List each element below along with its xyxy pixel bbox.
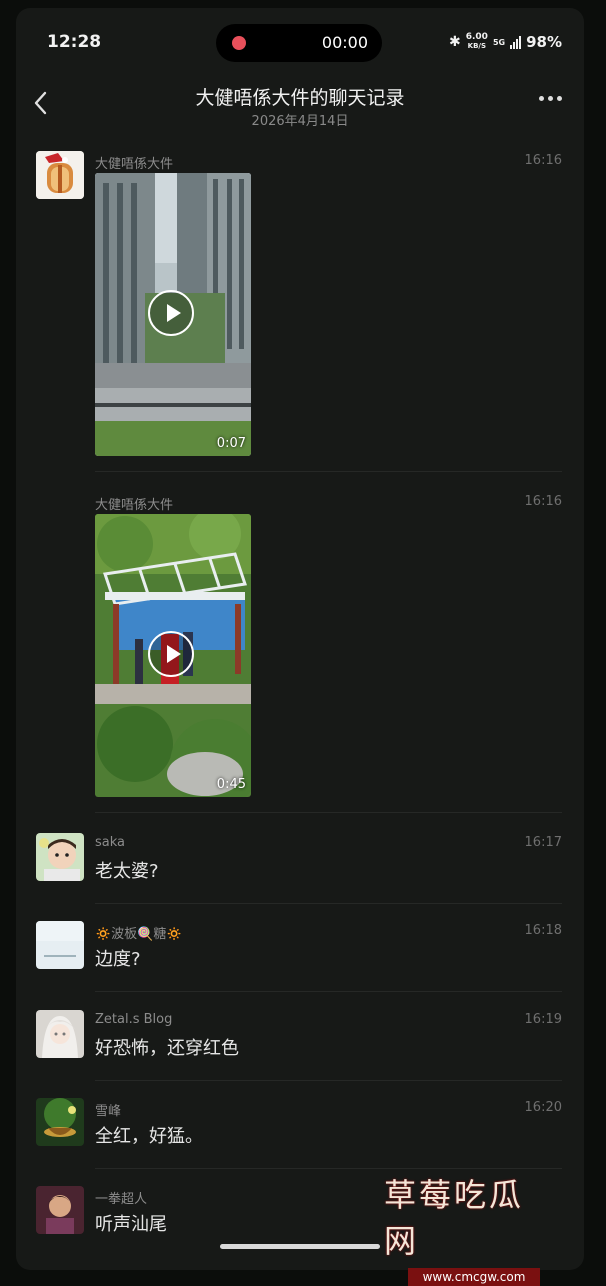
avatar[interactable]: [36, 833, 84, 881]
bluetooth-icon: ✱: [449, 34, 461, 50]
net-speed-value: 6.00: [465, 32, 488, 42]
video-thumbnail[interactable]: 0:07: [95, 173, 251, 456]
sender-name: saka: [95, 835, 126, 850]
message-time: 16:17: [524, 835, 562, 850]
phone-screen: 12:28 00:00 ✱ 6.00 KB/S 5G 98% 大健唔係大件的聊天记…: [16, 8, 584, 1270]
status-bar: 12:28 00:00 ✱ 6.00 KB/S 5G 98%: [16, 8, 584, 68]
more-options-icon[interactable]: [539, 96, 562, 101]
record-dot-icon: [232, 36, 246, 50]
status-icons: ✱ 6.00 KB/S 5G 98%: [449, 33, 562, 52]
message-time: 16:16: [524, 153, 562, 168]
sender-name: 大健唔係大件: [95, 157, 174, 172]
sender-name: 🔅波板🍭糖🔅: [95, 927, 183, 942]
play-icon[interactable]: [148, 290, 194, 336]
avatar[interactable]: [36, 921, 84, 969]
divider: [95, 903, 562, 904]
divider: [95, 991, 562, 992]
message-text: 老太婆?: [95, 861, 159, 882]
message-text: 边度?: [95, 949, 141, 970]
net-speed-unit: KB/S: [467, 42, 487, 50]
status-time: 12:28: [47, 32, 102, 52]
divider: [95, 812, 562, 813]
sender-name: Zetal.s Blog: [95, 1012, 173, 1027]
divider: [95, 1168, 562, 1169]
play-icon[interactable]: [148, 631, 194, 677]
video-thumbnail[interactable]: 0:45: [95, 514, 251, 797]
avatar[interactable]: [36, 1186, 84, 1234]
avatar[interactable]: [36, 151, 84, 199]
divider: [95, 1080, 562, 1081]
battery-level: 98%: [526, 33, 562, 51]
video-duration: 0:45: [216, 777, 246, 792]
message-time: 16:16: [524, 494, 562, 509]
message-time: 16:20: [524, 1100, 562, 1115]
avatar[interactable]: [36, 1010, 84, 1058]
message-text: 听声汕尾: [95, 1214, 167, 1235]
sender-name: 大健唔係大件: [95, 498, 174, 513]
message-time: 16:18: [524, 923, 562, 938]
message-text: 好恐怖，还穿红色: [95, 1038, 239, 1059]
recording-time: 00:00: [321, 33, 368, 52]
divider: [95, 471, 562, 472]
message-text: 全红，好猛。: [95, 1126, 203, 1147]
recording-pill[interactable]: 00:00: [216, 24, 382, 62]
sender-name: 雪峰: [95, 1104, 122, 1119]
page-date: 2026年4月14日: [251, 114, 349, 129]
watermark-url: www.cmcgw.com: [408, 1268, 540, 1286]
signal-type: 5G: [492, 37, 506, 47]
video-duration: 0:07: [216, 436, 246, 451]
chat-record-header: 大健唔係大件的聊天记录 2026年4月14日: [16, 76, 584, 136]
avatar[interactable]: [36, 1098, 84, 1146]
message-time: 16:19: [524, 1012, 562, 1027]
home-indicator[interactable]: [220, 1244, 380, 1249]
sender-name: 一拳超人: [95, 1192, 148, 1207]
net-speed: 6.00 KB/S: [466, 33, 488, 51]
watermark-text: 草莓吃瓜网: [384, 1176, 525, 1260]
page-title: 大健唔係大件的聊天记录: [195, 87, 405, 109]
watermark: 草莓吃瓜网 www.cmcgw.com: [384, 1170, 554, 1286]
signal-bars-icon: [510, 35, 522, 49]
